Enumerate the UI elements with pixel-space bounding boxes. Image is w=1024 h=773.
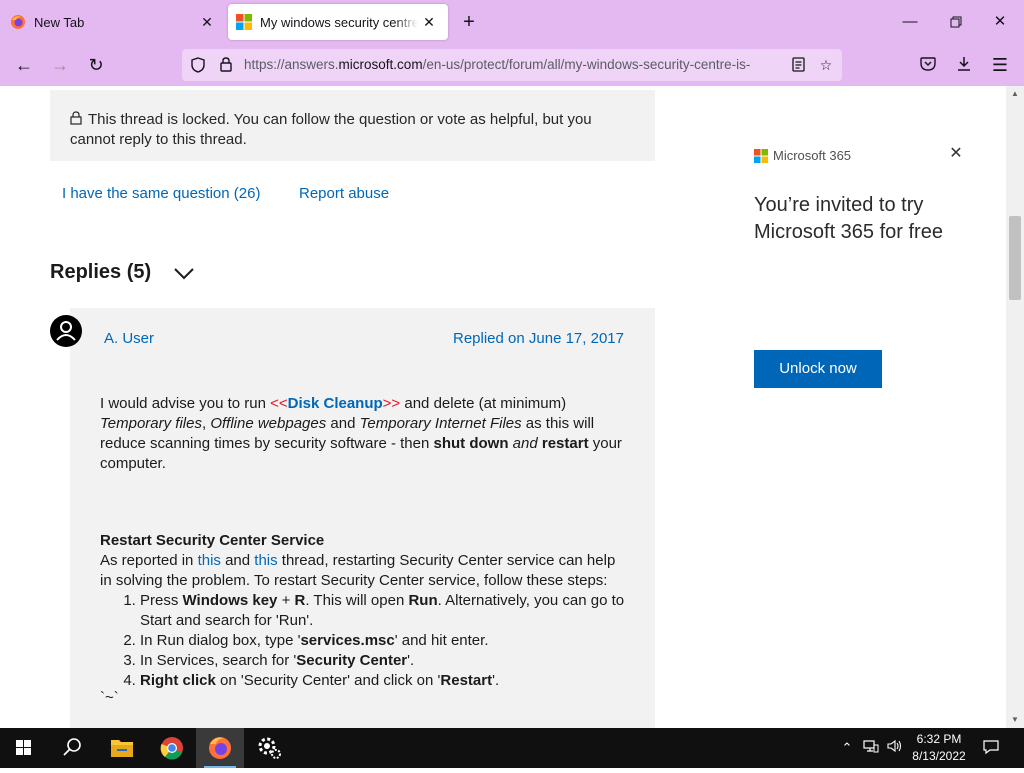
- notifications-icon[interactable]: [982, 739, 1000, 757]
- list-item: Right click on 'Security Center' and cli…: [140, 671, 630, 691]
- lock-icon: [70, 111, 82, 125]
- reply-paragraph: As reported in this and this thread, res…: [100, 552, 616, 589]
- ad-headline: You’re invited to try Microsoft 365 for …: [754, 194, 943, 243]
- reply-date-link[interactable]: Replied on June 17, 2017: [453, 330, 624, 347]
- report-abuse-link[interactable]: Report abuse: [299, 185, 389, 202]
- close-icon[interactable]: ✕: [946, 144, 966, 164]
- minimize-icon[interactable]: —: [896, 10, 924, 34]
- close-icon[interactable]: ✕: [198, 13, 216, 31]
- bookmark-star-icon[interactable]: ☆: [816, 55, 836, 75]
- restore-icon[interactable]: [942, 10, 970, 34]
- ad-brand: Microsoft 365: [773, 148, 852, 163]
- trailing-text: `~`: [100, 689, 119, 706]
- url-text[interactable]: https://answers.microsoft.com/en-us/prot…: [244, 57, 784, 72]
- microsoft-logo-icon: [236, 14, 252, 30]
- chevron-up-icon[interactable]: ⌃: [838, 739, 856, 757]
- close-icon[interactable]: ✕: [420, 13, 438, 31]
- clock-date: 8/13/2022: [912, 749, 966, 763]
- search-icon[interactable]: [48, 728, 96, 768]
- menu-icon[interactable]: ☰: [986, 52, 1014, 78]
- tab-title: New Tab: [34, 14, 85, 30]
- reader-view-icon[interactable]: [788, 55, 808, 75]
- address-bar[interactable]: https://answers.microsoft.com/en-us/prot…: [182, 49, 842, 81]
- file-explorer-icon[interactable]: [98, 728, 146, 768]
- disk-cleanup-link[interactable]: Disk Cleanup: [288, 395, 383, 412]
- chevron-down-icon[interactable]: [172, 264, 196, 284]
- back-icon[interactable]: ←: [10, 52, 38, 78]
- unlock-now-button[interactable]: Unlock now: [754, 350, 882, 388]
- lock-icon[interactable]: [216, 55, 236, 75]
- clock[interactable]: 6:32 PM 8/13/2022: [900, 731, 978, 765]
- locked-notice: This thread is locked. You can follow th…: [50, 90, 655, 161]
- chrome-icon[interactable]: [148, 728, 196, 768]
- network-icon[interactable]: [862, 739, 880, 757]
- tab-bar: New Tab ✕ My windows security centre is …: [0, 0, 1024, 44]
- microsoft-logo-icon: [754, 149, 768, 163]
- tab-security-thread[interactable]: My windows security centre is not ✕: [228, 4, 448, 40]
- locked-notice-text: This thread is locked. You can follow th…: [70, 111, 592, 148]
- scrollbar[interactable]: ▲ ▼: [1006, 86, 1024, 728]
- web-page: This thread is locked. You can follow th…: [0, 86, 1024, 728]
- avatar[interactable]: [50, 315, 82, 347]
- navigation-toolbar: ← → ↻ https://answers.microsoft.com/en-u…: [0, 44, 1024, 86]
- window-close-icon[interactable]: ✕: [986, 10, 1014, 34]
- reply-body: I would advise you to run <<Disk Cleanup…: [100, 394, 630, 705]
- tab-title: My windows security centre is not: [260, 14, 418, 30]
- firefox-icon: [11, 15, 25, 29]
- new-tab-button[interactable]: +: [458, 11, 480, 33]
- settings-icon[interactable]: [246, 728, 294, 768]
- list-item: In Run dialog box, type 'services.msc' a…: [140, 631, 630, 651]
- taskbar: ⌃ 6:32 PM 8/13/2022: [0, 728, 1024, 768]
- forward-icon[interactable]: →: [46, 52, 74, 78]
- scroll-up-icon[interactable]: ▲: [1006, 86, 1024, 102]
- this-link-1[interactable]: this: [198, 552, 221, 569]
- this-link-2[interactable]: this: [254, 552, 277, 569]
- section-title: Restart Security Center Service: [100, 532, 325, 549]
- shield-icon[interactable]: [188, 55, 208, 75]
- pocket-icon[interactable]: [914, 52, 942, 78]
- reply-section: Restart Security Center Service As repor…: [100, 531, 630, 705]
- downloads-icon[interactable]: [950, 52, 978, 78]
- tab-new-tab[interactable]: New Tab ✕: [0, 4, 226, 40]
- start-icon[interactable]: [0, 728, 48, 768]
- scroll-down-icon[interactable]: ▼: [1006, 712, 1024, 728]
- scroll-thumb[interactable]: [1009, 216, 1021, 300]
- clock-time: 6:32 PM: [916, 732, 962, 746]
- reload-icon[interactable]: ↻: [82, 52, 110, 78]
- replies-heading: Replies (5): [50, 261, 152, 283]
- reply-paragraph: I would advise you to run <<Disk Cleanup…: [100, 395, 622, 472]
- firefox-taskbar-icon[interactable]: [196, 728, 244, 768]
- list-item: In Services, search for 'Security Center…: [140, 651, 630, 671]
- reply-author-link[interactable]: A. User: [104, 330, 154, 347]
- steps-list: Press Windows key + R. This will open Ru…: [140, 591, 630, 691]
- list-item: Press Windows key + R. This will open Ru…: [140, 591, 630, 631]
- same-question-button[interactable]: I have the same question (26): [62, 185, 260, 202]
